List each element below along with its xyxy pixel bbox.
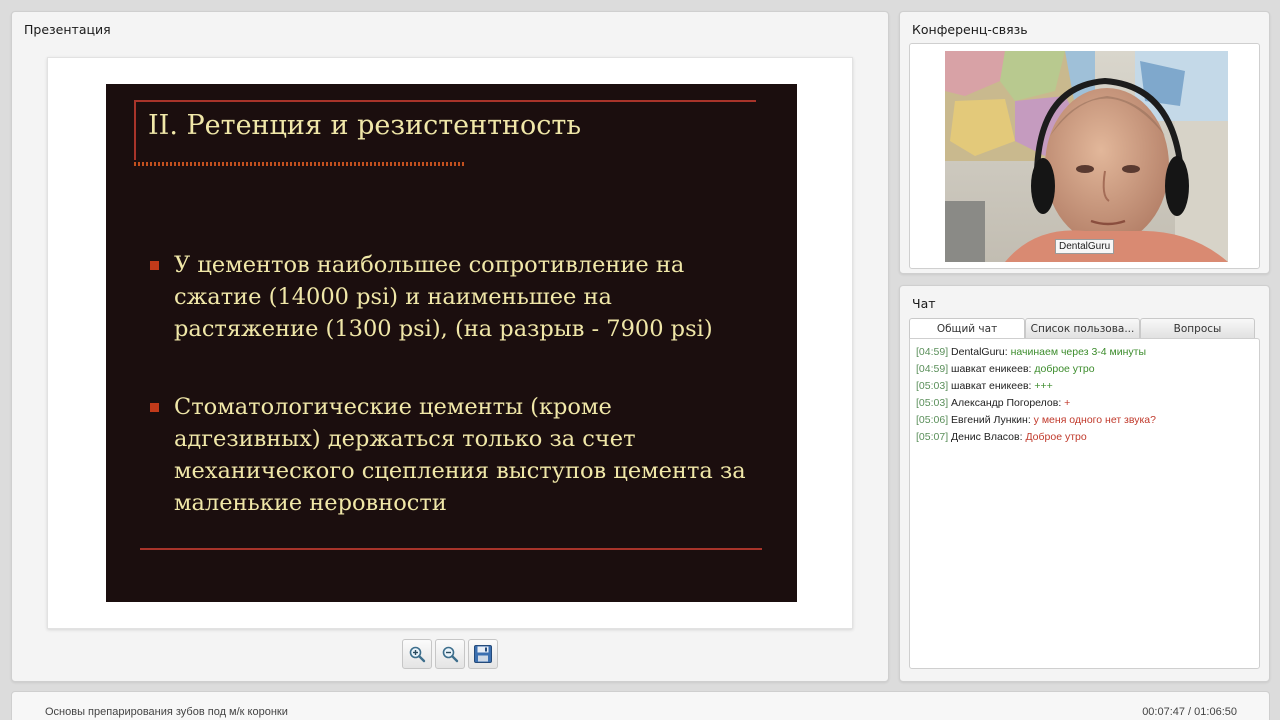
- slide-frame: II. Ретенция и резистентность У цементов…: [47, 57, 853, 629]
- chat-message-user: Евгений Лункин: [951, 414, 1028, 426]
- slide-bullet: Стоматологические цементы (кроме адгезив…: [150, 391, 750, 519]
- chat-message-user: DentalGuru: [951, 346, 1005, 358]
- zoom-in-button[interactable]: [402, 639, 432, 669]
- playback-time: 00:07:47 / 01:06:50: [1142, 706, 1237, 718]
- slide-top-rule: [134, 100, 756, 102]
- slide-title: II. Ретенция и резистентность: [148, 110, 582, 141]
- footer-bar: Основы препарирования зубов под м/к коро…: [11, 691, 1270, 720]
- chat-message: [04:59] шавкат еникеев: доброе утро: [916, 361, 1253, 378]
- tab-questions[interactable]: Вопросы: [1140, 318, 1255, 339]
- zoom-in-icon: [409, 646, 426, 663]
- chat-message-time: [04:59]: [916, 363, 949, 375]
- chat-message-text: +: [1064, 397, 1071, 409]
- webinar-title: Основы препарирования зубов под м/к коро…: [45, 706, 288, 718]
- conference-panel-title: Конференц-связь: [912, 22, 1028, 37]
- chat-message-user: Александр Погорелов: [951, 397, 1059, 409]
- presentation-panel-title: Презентация: [24, 22, 111, 37]
- slide-bullet: У цементов наибольшее сопротивление на с…: [150, 249, 750, 345]
- chat-message: [05:06] Евгений Лункин: у меня одного не…: [916, 412, 1253, 429]
- chat-message-user: Денис Власов: [951, 431, 1020, 443]
- slide-title-underline: [134, 162, 464, 166]
- video-container: DentalGuru: [909, 43, 1260, 269]
- chat-message-text: Доброе утро: [1025, 431, 1087, 443]
- chat-message-text: +++: [1034, 380, 1053, 392]
- bullet-square-icon: [150, 403, 159, 412]
- bullet-square-icon: [150, 261, 159, 270]
- chat-tabs: Общий чат Список пользова... Вопросы: [909, 318, 1255, 339]
- save-button[interactable]: [468, 639, 498, 669]
- slide-toolbar: [402, 639, 498, 669]
- chat-message-text: начинаем через 3-4 минуты: [1010, 346, 1147, 358]
- chat-message: [05:03] шавкат еникеев: +++: [916, 378, 1253, 395]
- floppy-disk-icon: [474, 645, 492, 663]
- webcam-video[interactable]: DentalGuru: [945, 51, 1228, 262]
- chat-message: [05:03] Александр Погорелов: +: [916, 395, 1253, 412]
- presentation-panel: Презентация II. Ретенция и резистентност…: [11, 11, 889, 682]
- chat-message: [05:07] Денис Власов: Доброе утро: [916, 429, 1253, 446]
- chat-panel: Чат Общий чат Список пользова... Вопросы…: [899, 285, 1270, 682]
- chat-message-time: [05:06]: [916, 414, 949, 426]
- zoom-out-icon: [442, 646, 459, 663]
- slide-bullet-text: Стоматологические цементы (кроме адгезив…: [174, 394, 746, 516]
- chat-message: [04:59] DentalGuru: начинаем через 3-4 м…: [916, 344, 1253, 361]
- webcam-image: [945, 51, 1228, 262]
- chat-message-time: [05:03]: [916, 380, 949, 392]
- chat-message-user: шавкат еникеев: [951, 363, 1029, 375]
- chat-message-text: у меня одного нет звука?: [1033, 414, 1156, 426]
- chat-message-user: шавкат еникеев: [951, 380, 1029, 392]
- chat-message-time: [04:59]: [916, 346, 949, 358]
- slide: II. Ретенция и резистентность У цементов…: [106, 84, 797, 602]
- conference-panel: Конференц-связь DentalGuru: [899, 11, 1270, 274]
- chat-message-time: [05:03]: [916, 397, 949, 409]
- slide-bottom-rule: [140, 548, 762, 550]
- tab-user-list[interactable]: Список пользова...: [1025, 318, 1140, 339]
- chat-panel-title: Чат: [912, 296, 936, 311]
- slide-bullet-text: У цементов наибольшее сопротивление на с…: [174, 252, 713, 342]
- chat-message-text: доброе утро: [1034, 363, 1095, 375]
- chat-message-list[interactable]: [04:59] DentalGuru: начинаем через 3-4 м…: [909, 338, 1260, 669]
- chat-message-time: [05:07]: [916, 431, 949, 443]
- zoom-out-button[interactable]: [435, 639, 465, 669]
- participant-name-label: DentalGuru: [1055, 239, 1115, 254]
- tab-general-chat[interactable]: Общий чат: [909, 318, 1025, 339]
- slide-left-rule: [134, 100, 136, 160]
